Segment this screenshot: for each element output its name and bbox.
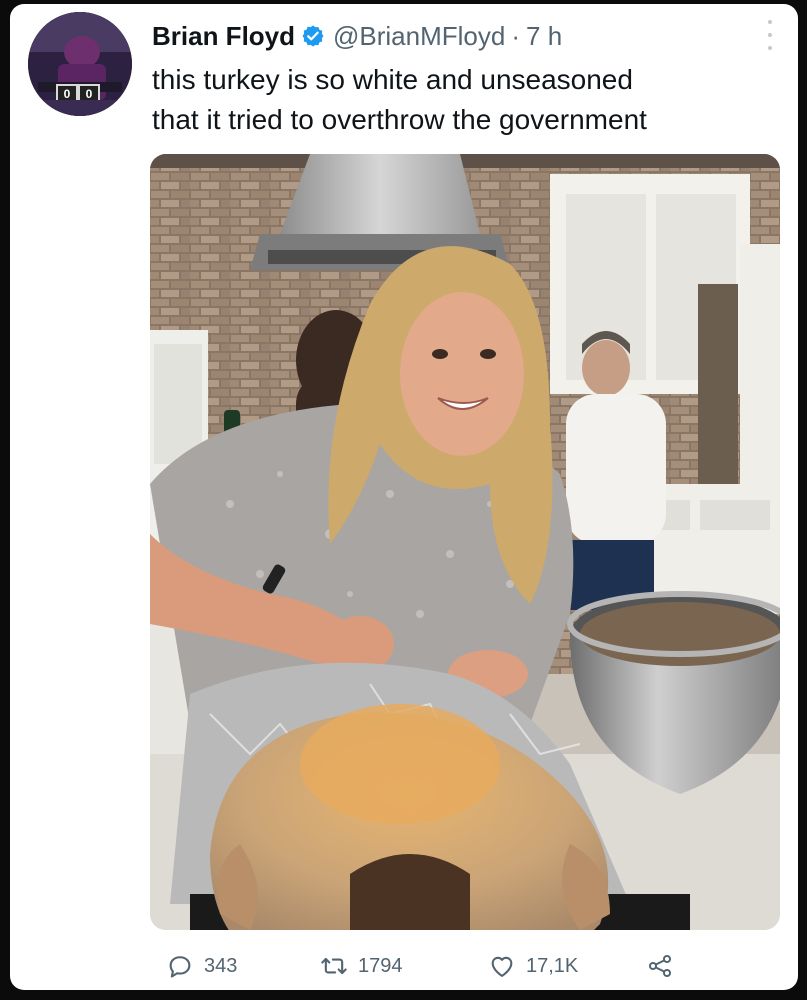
tweet-text-line: that it tried to overthrow the governmen… xyxy=(152,104,647,135)
tweet-photo[interactable] xyxy=(150,154,780,930)
share-button[interactable] xyxy=(646,950,674,982)
like-button[interactable]: 17,1K xyxy=(488,950,578,982)
author-name[interactable]: Brian Floyd xyxy=(152,21,295,52)
avatar[interactable]: 0 0 xyxy=(28,12,132,116)
avatar-image: 0 0 xyxy=(28,12,132,116)
reply-button[interactable]: 343 xyxy=(166,950,237,982)
retweet-button[interactable]: 1794 xyxy=(320,950,403,982)
tweet-header: Brian Floyd @BrianMFloyd · 7 h xyxy=(152,16,758,56)
author-handle[interactable]: @BrianMFloyd xyxy=(333,21,505,52)
retweet-count: 1794 xyxy=(358,954,403,977)
tweet-actions: 343 1794 17,1K xyxy=(150,950,790,982)
reply-icon xyxy=(169,956,191,978)
avatar-score-right: 0 xyxy=(86,87,93,101)
retweet-icon xyxy=(321,957,347,975)
like-icon xyxy=(491,956,513,977)
like-count: 17,1K xyxy=(526,954,579,977)
tweet-text-line: this turkey is so white and unseasoned xyxy=(152,64,633,95)
reply-count: 343 xyxy=(204,954,238,977)
more-options-icon[interactable] xyxy=(764,20,776,50)
separator-dot: · xyxy=(511,20,521,51)
verified-badge-icon xyxy=(302,25,324,47)
tweet-timestamp[interactable]: 7 h xyxy=(526,21,562,52)
tweet-text: this turkey is so white and unseasoned t… xyxy=(152,60,792,140)
share-icon xyxy=(648,954,672,978)
tweet-card[interactable]: 0 0 Brian Floyd @BrianMFloyd · 7 h this … xyxy=(10,4,798,990)
avatar-score-left: 0 xyxy=(64,87,71,101)
kitchen-turkey-photo xyxy=(150,154,780,930)
